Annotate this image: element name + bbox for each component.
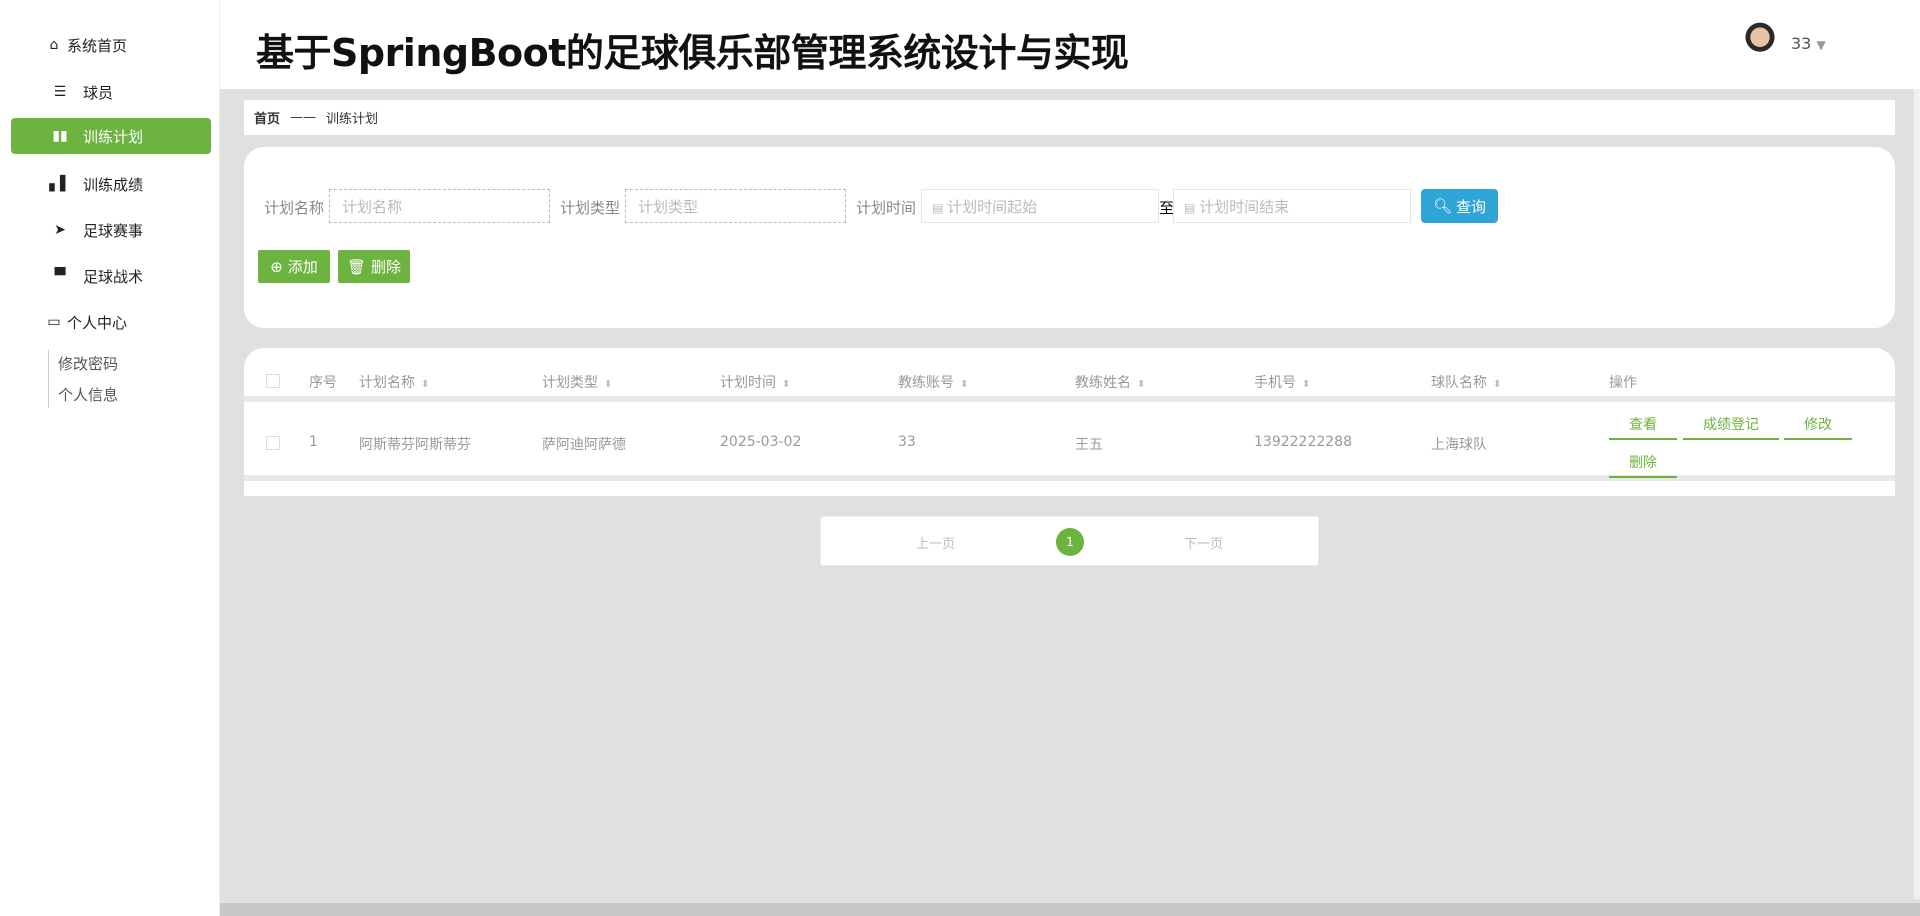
breadcrumb-home[interactable]: 首页 — [254, 108, 280, 127]
home-icon: ⌂ — [49, 37, 59, 53]
score-register-link[interactable]: 成绩登记 — [1683, 414, 1779, 440]
cell-plan-name: 阿斯蒂芬阿斯蒂芬 — [359, 437, 471, 453]
sidebar-item-training-plan[interactable]: ▮▮ 训练计划 — [11, 118, 211, 154]
calendar-icon: ▤ — [932, 201, 948, 215]
user-menu[interactable]: 33 ▼ — [1791, 34, 1826, 53]
data-table: 序号 计划名称 ⬍ 计划类型 ⬍ 计划时间 ⬍ 教练账号 ⬍ 教练姓名 ⬍ 手机号 ⬍ 球队… — [244, 348, 1895, 496]
sidebar-subitem-personal-info[interactable]: 个人信息 — [58, 384, 118, 405]
sort-icon: ⬍ — [960, 379, 969, 390]
row-checkbox[interactable] — [266, 436, 280, 450]
header-plan-name[interactable]: 计划名称 ⬍ — [359, 372, 429, 392]
breadcrumb-current: 训练计划 — [326, 112, 379, 127]
sort-icon: ⬍ — [421, 379, 430, 390]
sidebar-item-training-results[interactable]: ▖▌ 训练成绩 — [11, 166, 211, 202]
prev-page-button[interactable]: 上一页 — [916, 533, 955, 552]
page-title: 基于SpringBoot的足球俱乐部管理系统设计与实现 — [256, 31, 1129, 75]
next-page-button[interactable]: 下一页 — [1184, 533, 1223, 552]
calendar-icon: ▤ — [1184, 201, 1200, 215]
table-header: 序号 计划名称 ⬍ 计划类型 ⬍ 计划时间 ⬍ 教练账号 ⬍ 教练姓名 ⬍ 手机号 ⬍ 球队… — [244, 358, 1895, 402]
paper-plane-icon: ➤ — [54, 222, 66, 238]
query-button[interactable]: 🔍︎ 查询 — [1421, 189, 1498, 223]
horizontal-scrollbar[interactable] — [220, 903, 1920, 916]
plan-type-input[interactable]: 计划类型 — [625, 189, 846, 223]
book-icon: ▮▮ — [52, 128, 68, 144]
cell-phone: 13922222288 — [1254, 434, 1352, 450]
sidebar-item-tactics[interactable]: ▀ 足球战术 — [11, 258, 211, 294]
delete-link[interactable]: 删除 — [1609, 452, 1677, 478]
search-icon: 🔍︎ — [1432, 197, 1453, 215]
vertical-scrollbar[interactable] — [1914, 89, 1920, 899]
cell-plan-time: 2025-03-02 — [720, 434, 802, 450]
bar-chart-icon: ▖▌ — [49, 176, 71, 192]
pagination: 上一页 1 下一页 — [820, 516, 1319, 566]
add-button[interactable]: ⊕ 添加 — [258, 250, 330, 283]
sidebar-item-matches[interactable]: ➤ 足球赛事 — [11, 212, 211, 248]
breadcrumb-separator: —— — [290, 110, 317, 125]
wallet-icon: ▭ — [47, 314, 61, 330]
table-row: 1 阿斯蒂芬阿斯蒂芬 萨阿迪阿萨德 2025-03-02 33 王五 13922… — [244, 408, 1895, 481]
plan-name-input[interactable]: 计划名称 — [329, 189, 550, 223]
cell-plan-type: 萨阿迪阿萨德 — [542, 437, 626, 453]
header-coach-account[interactable]: 教练账号 ⬍ — [898, 372, 968, 392]
plan-time-label: 计划时间 — [856, 199, 917, 217]
cell-team-name: 上海球队 — [1431, 437, 1487, 453]
sidebar: ⌂ 系统首页 ☰ 球员 ▮▮ 训练计划 ▖▌ 训练成绩 ➤ 足球赛事 ▀ 足球战术 ▭ 个人中… — [0, 0, 220, 916]
sidebar-item-home[interactable]: ⌂ 系统首页 — [11, 27, 211, 63]
plan-name-label: 计划名称 — [264, 199, 325, 217]
sort-icon: ⬍ — [782, 379, 791, 390]
delete-button[interactable]: 🗑︎ 删除 — [338, 250, 410, 283]
sort-icon: ⬍ — [604, 379, 613, 390]
trash-icon: 🗑︎ — [346, 257, 367, 276]
plus-circle-icon: ⊕ — [270, 257, 283, 276]
header-plan-time[interactable]: 计划时间 ⬍ — [720, 372, 790, 392]
page-1-button[interactable]: 1 — [1056, 528, 1084, 556]
sidebar-item-personal-center[interactable]: ▭ 个人中心 — [11, 304, 211, 340]
header-phone[interactable]: 手机号 ⬍ — [1254, 372, 1310, 392]
header-team-name[interactable]: 球队名称 ⬍ — [1431, 372, 1501, 392]
cell-index: 1 — [309, 434, 318, 450]
breadcrumb: 首页 —— 训练计划 — [244, 100, 1895, 135]
header-actions: 操作 — [1609, 375, 1637, 391]
plan-time-start-input[interactable]: ▤ 计划时间起始 — [921, 189, 1159, 223]
select-all-checkbox[interactable] — [266, 374, 280, 388]
avatar[interactable] — [1740, 22, 1780, 62]
view-link[interactable]: 查看 — [1609, 414, 1677, 440]
header: 基于SpringBoot的足球俱乐部管理系统设计与实现 33 ▼ — [220, 0, 1920, 89]
sort-icon: ⬍ — [1302, 379, 1311, 390]
brush-icon: ▀ — [54, 268, 66, 284]
header-plan-type[interactable]: 计划类型 ⬍ — [542, 372, 612, 392]
cell-coach-name: 王五 — [1075, 437, 1103, 453]
sort-icon: ⬍ — [1493, 379, 1502, 390]
to-label: 至 — [1159, 199, 1175, 217]
header-coach-name[interactable]: 教练姓名 ⬍ — [1075, 372, 1145, 392]
sidebar-item-players[interactable]: ☰ 球员 — [11, 74, 211, 110]
edit-link[interactable]: 修改 — [1784, 414, 1852, 440]
search-panel: 计划名称 计划名称 计划类型 计划类型 计划时间 ▤ 计划时间起始 至 ▤ 计划… — [244, 147, 1895, 328]
sliders-icon: ☰ — [53, 84, 67, 100]
sidebar-subitem-change-password[interactable]: 修改密码 — [58, 353, 118, 374]
sort-icon: ⬍ — [1137, 379, 1146, 390]
plan-time-end-input[interactable]: ▤ 计划时间结束 — [1173, 189, 1411, 223]
plan-type-label: 计划类型 — [560, 199, 621, 217]
header-index: 序号 — [309, 375, 337, 391]
caret-down-icon: ▼ — [1816, 38, 1826, 52]
username: 33 — [1791, 34, 1812, 53]
submenu-line — [48, 350, 49, 408]
cell-coach-account: 33 — [898, 434, 916, 450]
